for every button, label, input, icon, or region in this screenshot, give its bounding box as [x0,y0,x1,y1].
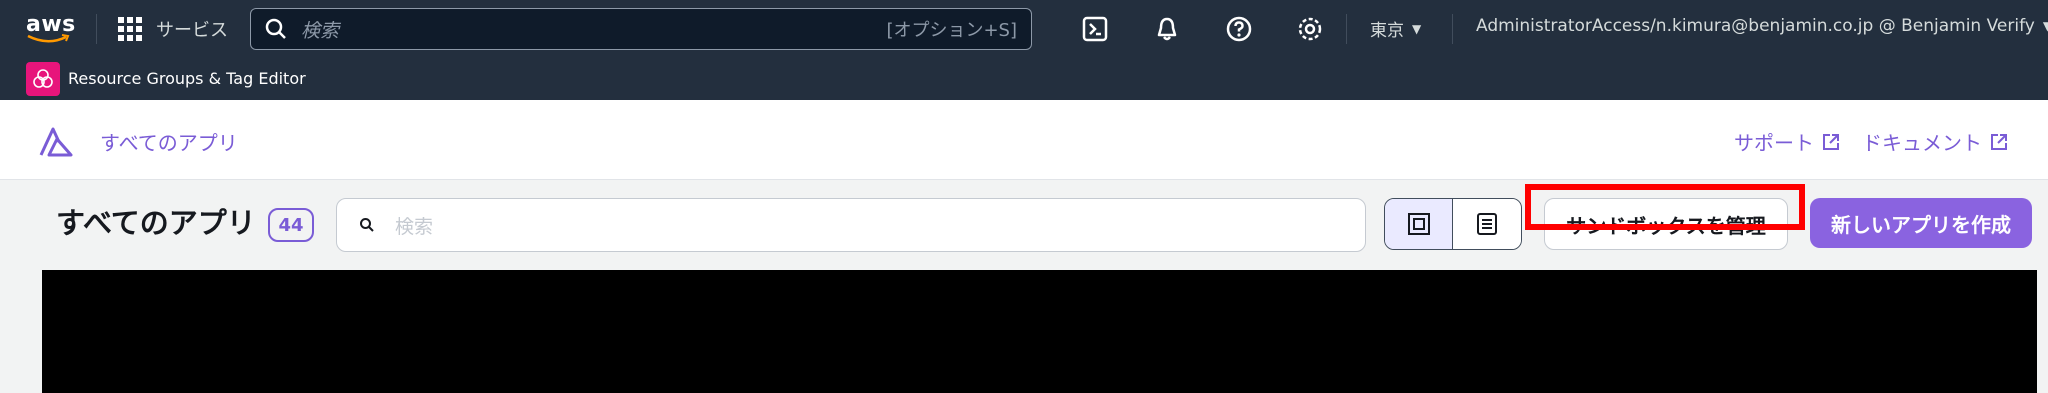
app-header: すべてのアプリ サポート ドキュメント [0,100,2048,180]
grid-view-icon [1407,213,1430,235]
region-label: 東京 [1370,21,1404,41]
account-menu[interactable]: AdministratorAccess/n.kimura@benjamin.co… [1476,16,2048,36]
create-new-app-button[interactable]: 新しいアプリを作成 [1810,198,2032,248]
divider [1346,14,1347,44]
search-icon [360,218,374,232]
aws-smile-icon [27,34,70,43]
view-toggle [1384,198,1522,250]
documentation-link[interactable]: ドキュメント [1862,127,2008,156]
global-search[interactable]: 検索 [オプション+S] [250,8,1032,50]
search-icon [265,18,286,39]
notifications-button[interactable] [1152,14,1182,44]
account-label: AdministratorAccess/n.kimura@benjamin.co… [1476,16,2035,36]
support-label: サポート [1734,131,1814,155]
global-search-input[interactable]: 検索 [301,16,886,43]
documentation-label: ドキュメント [1862,131,1982,155]
list-view-icon [1477,213,1497,235]
top-nav-secondary: Resource Groups & Tag Editor [0,58,2048,100]
service-shortcut-resource-groups[interactable]: Resource Groups & Tag Editor [68,69,306,88]
page-title: すべてのアプリ [56,206,256,240]
divider [96,14,97,44]
gear-icon [1298,17,1322,41]
settings-button[interactable] [1295,14,1325,44]
external-link-icon [1991,133,2007,150]
cloudshell-button[interactable] [1080,14,1110,44]
divider [1452,14,1453,44]
help-icon [1226,16,1252,42]
highlight-box [1525,184,1805,230]
caret-down-icon: ▼ [1412,21,1422,36]
services-label: サービス [156,20,228,41]
app-search-input[interactable]: 検索 [336,198,1366,252]
aws-logo[interactable]: aws [24,10,76,48]
resource-groups-icon [26,62,60,96]
terminal-icon [1082,16,1108,42]
grid-icon [118,17,142,41]
help-button[interactable] [1224,14,1254,44]
app-search-placeholder: 検索 [395,215,434,238]
bell-icon [1157,17,1177,41]
all-apps-link[interactable]: すべてのアプリ [100,127,238,156]
amplify-logo-icon[interactable] [38,124,74,158]
grid-view-button[interactable] [1385,199,1453,249]
search-shortcut-hint: [オプション+S] [886,20,1017,41]
content-panel [42,270,2037,393]
region-selector[interactable]: 東京 ▼ [1370,16,1421,41]
external-link-icon [1823,133,1839,150]
app-count-badge: 44 [268,208,314,242]
caret-down-icon: ▼ [2042,19,2048,33]
list-view-button[interactable] [1453,199,1521,249]
top-nav-primary: aws サービス 検索 [オプション+S] 東京 ▼ Administrator… [0,0,2048,58]
support-link[interactable]: サポート [1734,127,1840,156]
top-navigation: aws サービス 検索 [オプション+S] 東京 ▼ Administrator… [0,0,2048,100]
services-menu[interactable]: サービス [118,14,228,44]
